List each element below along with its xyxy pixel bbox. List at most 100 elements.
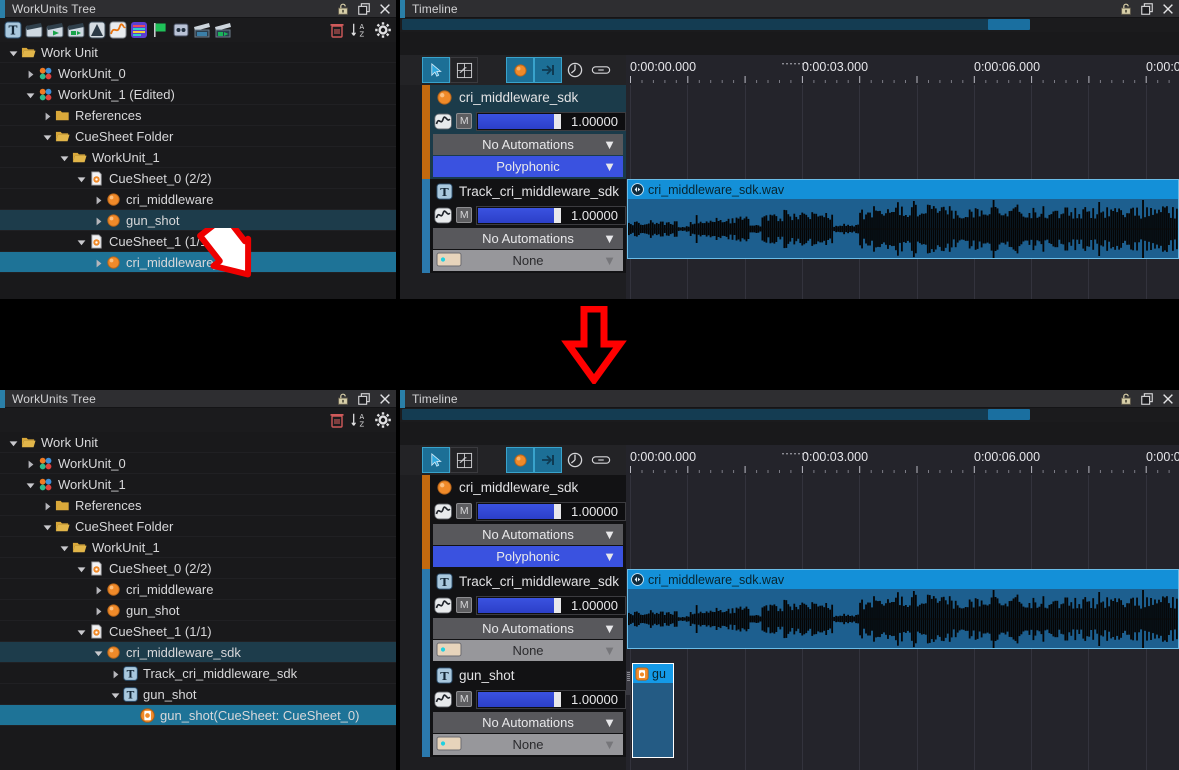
waveform-button-icon[interactable]	[434, 206, 452, 225]
chevron-down-icon[interactable]	[42, 521, 53, 532]
timeline-clip-area-top[interactable]: cri_middleware_sdk.wav	[626, 85, 1179, 299]
cue-link-clip[interactable]: gu	[632, 663, 674, 758]
tree-row[interactable]: gun_shot	[0, 210, 396, 231]
tree-row[interactable]: CueSheet Folder	[0, 516, 396, 537]
tree-toolbar-right-group[interactable]: A Z	[328, 408, 392, 432]
waveform-button-icon[interactable]	[434, 502, 452, 521]
lock-icon[interactable]	[1119, 392, 1133, 406]
cue-type-select[interactable]: Polyphonic ▼	[433, 546, 623, 567]
chevron-down-icon[interactable]	[76, 236, 87, 247]
track-controls[interactable]: M 1.00000	[430, 687, 626, 711]
timeline-hscrollbar[interactable]	[400, 18, 1179, 32]
waveform-button-icon[interactable]	[434, 112, 452, 131]
restore-icon[interactable]	[1140, 2, 1154, 16]
timing-button[interactable]	[562, 447, 588, 473]
chevron-down-icon[interactable]	[110, 689, 121, 700]
timeline-clip-area-bottom[interactable]: cri_middleware_sdk.wav gu	[626, 475, 1179, 770]
chevron-down-icon[interactable]	[8, 437, 19, 448]
mute-button[interactable]: M	[456, 207, 473, 223]
audio-clip[interactable]: cri_middleware_sdk.wav	[627, 179, 1179, 259]
delete-trash-icon[interactable]	[328, 411, 346, 429]
tree-toolbar-right-group[interactable]: A Z	[328, 18, 392, 42]
cue-seq-clapper-icon[interactable]	[67, 21, 85, 39]
titlebar-buttons[interactable]	[336, 0, 392, 18]
tree-row[interactable]: WorkUnit_1	[0, 474, 396, 495]
tree-toolbar[interactable]: T A Z	[0, 18, 396, 42]
tree-row[interactable]: WorkUnit_1	[0, 147, 396, 168]
close-icon[interactable]	[378, 2, 392, 16]
region-tool-button[interactable]	[450, 447, 478, 473]
voice-limit-icon[interactable]	[172, 21, 190, 39]
workunits-tree-top[interactable]: Work Unit WorkUnit_0 WorkUnit_1 (Edited) Re…	[0, 42, 396, 299]
lock-icon[interactable]	[336, 2, 350, 16]
track-target-select[interactable]: None ▼	[433, 250, 623, 271]
region-tool-button[interactable]	[450, 57, 478, 83]
lock-icon[interactable]	[336, 392, 350, 406]
hscroll-thumb[interactable]	[988, 19, 1030, 30]
tree-row[interactable]: References	[0, 105, 396, 126]
timeline-hscrollbar[interactable]	[400, 408, 1179, 422]
chevron-down-icon[interactable]	[76, 563, 87, 574]
chevron-right-icon[interactable]	[42, 500, 53, 511]
track-target-select[interactable]: None ▼	[433, 640, 623, 661]
restore-icon[interactable]	[357, 2, 371, 16]
tree-row[interactable]: CueSheet_0 (2/2)	[0, 168, 396, 189]
timing-button[interactable]	[562, 57, 588, 83]
chevron-right-icon[interactable]	[93, 584, 104, 595]
automation-select[interactable]: No Automations ▼	[433, 228, 623, 249]
marker-flag-icon[interactable]	[151, 21, 169, 39]
tree-row[interactable]: References	[0, 495, 396, 516]
tree-row[interactable]: cri_middleware_sdk	[0, 252, 396, 273]
tree-row[interactable]: CueSheet_0 (2/2)	[0, 558, 396, 579]
timeline-toolbar[interactable]: 0:00:00.000 0:00:03.000 0:00:06.000 0:00…	[400, 55, 1179, 85]
chevron-down-icon[interactable]	[8, 47, 19, 58]
hscroll-thumb[interactable]	[988, 409, 1030, 420]
workunits-tree-bottom[interactable]: Work Unit WorkUnit_0 WorkUnit_1 References C…	[0, 432, 396, 770]
clip-header[interactable]: cri_middleware_sdk.wav	[628, 570, 1178, 589]
chevron-down-icon[interactable]	[76, 626, 87, 637]
timeline-ruler[interactable]: 0:00:00.000 0:00:03.000 0:00:06.000 0:00…	[626, 445, 1179, 475]
tree-row[interactable]: T Track_cri_middleware_sdk	[0, 663, 396, 684]
chevron-right-icon[interactable]	[42, 110, 53, 121]
track-controls[interactable]: M 1.00000	[430, 499, 626, 523]
link-button[interactable]	[588, 57, 614, 83]
cue-play-clapper-icon[interactable]	[46, 21, 64, 39]
tree-row[interactable]: Work Unit	[0, 42, 396, 63]
automation-select[interactable]: No Automations ▼	[433, 618, 623, 639]
chevron-right-icon[interactable]	[93, 605, 104, 616]
cue-snap-button[interactable]	[506, 57, 534, 83]
restore-icon[interactable]	[357, 392, 371, 406]
titlebar-buttons[interactable]	[1119, 0, 1175, 18]
link-button[interactable]	[588, 447, 614, 473]
clip-header[interactable]: gu	[633, 664, 673, 683]
volume-slider[interactable]: 1.00000	[476, 205, 626, 225]
select-tool-button[interactable]	[422, 57, 450, 83]
automation-select[interactable]: No Automations ▼	[433, 712, 623, 733]
waveform-button-icon[interactable]	[434, 596, 452, 615]
track-header-track[interactable]: T Track_cri_middleware_sdk M 1.00000 No …	[422, 569, 626, 663]
mute-button[interactable]: M	[456, 691, 473, 707]
volume-slider[interactable]: 1.00000	[476, 111, 626, 131]
mute-button[interactable]: M	[456, 113, 473, 129]
tree-row[interactable]: WorkUnit_0	[0, 453, 396, 474]
volume-slider[interactable]: 1.00000	[476, 595, 626, 615]
block-icon[interactable]	[88, 21, 106, 39]
settings-gear-icon[interactable]	[374, 21, 392, 39]
tree-toolbar[interactable]: A Z	[0, 408, 396, 432]
volume-knob[interactable]	[554, 207, 562, 223]
snap-to-end-button[interactable]	[534, 57, 562, 83]
restore-icon[interactable]	[1140, 392, 1154, 406]
mute-button[interactable]: M	[456, 597, 473, 613]
chevron-right-icon[interactable]	[93, 215, 104, 226]
track-controls[interactable]: M 1.00000	[430, 593, 626, 617]
ruler-grab-handle[interactable]	[782, 55, 816, 65]
volume-knob[interactable]	[554, 597, 562, 613]
automation-select[interactable]: No Automations ▼	[433, 524, 623, 545]
selector-play-clapper-icon[interactable]	[214, 21, 232, 39]
cue-type-select[interactable]: Polyphonic ▼	[433, 156, 623, 177]
tree-row[interactable]: CueSheet Folder	[0, 126, 396, 147]
volume-slider[interactable]: 1.00000	[476, 501, 626, 521]
hscroll-track[interactable]	[402, 19, 1028, 30]
tree-row[interactable]: CueSheet_1 (1/1)	[0, 621, 396, 642]
chevron-right-icon[interactable]	[93, 194, 104, 205]
